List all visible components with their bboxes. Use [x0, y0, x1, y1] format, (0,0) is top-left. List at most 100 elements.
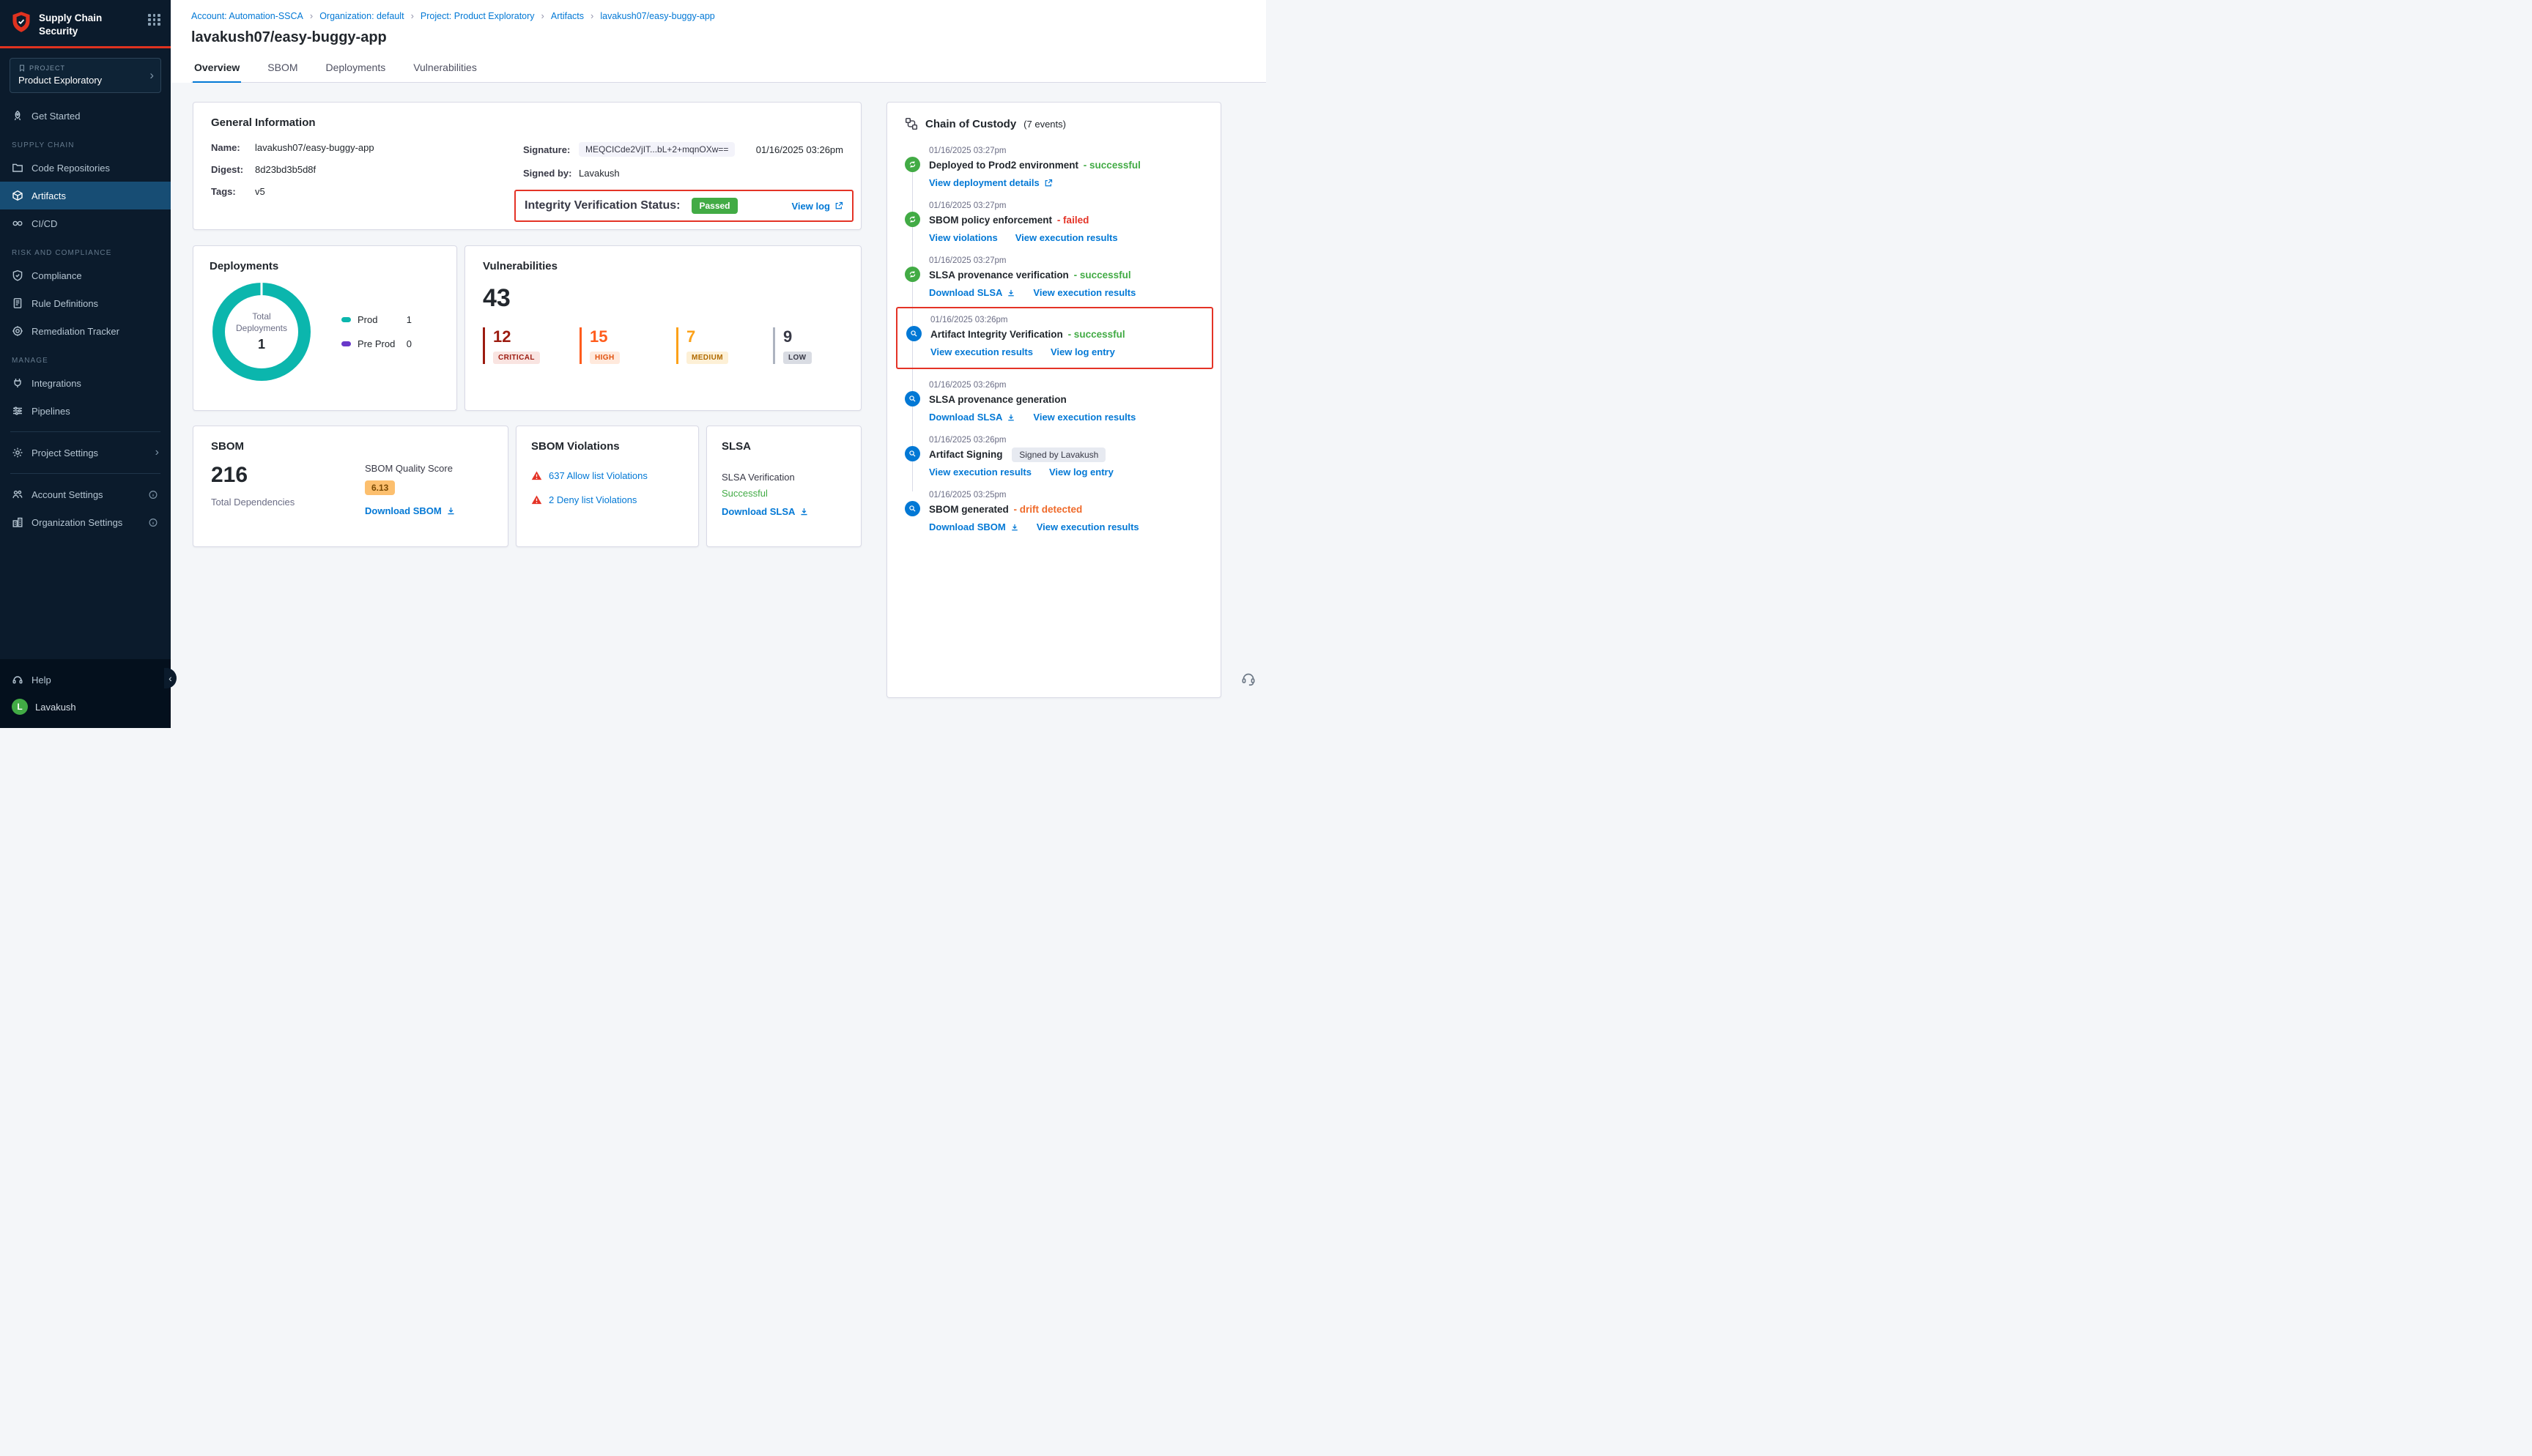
tab-vulnerabilities[interactable]: Vulnerabilities — [412, 56, 478, 82]
view-execution-results-link[interactable]: View execution results — [1015, 232, 1118, 243]
status-badge: Passed — [692, 198, 737, 214]
preprod-legend-dot — [341, 341, 351, 346]
event-status: - drift detected — [1014, 504, 1083, 515]
sidebar-item-project-settings[interactable]: Project Settings › — [0, 439, 171, 467]
download-icon — [1007, 289, 1015, 297]
event-timestamp: 01/16/2025 03:27pm — [929, 146, 1203, 155]
warning-icon — [531, 470, 542, 481]
breadcrumb-artifacts[interactable]: Artifacts — [551, 11, 584, 21]
support-icon[interactable] — [1240, 670, 1256, 690]
overview-column: General Information Name: lavakush07/eas… — [193, 102, 862, 728]
document-icon — [12, 297, 23, 309]
breadcrumb-project[interactable]: Project: Product Exploratory — [421, 11, 535, 21]
user-menu[interactable]: L Lavakush — [0, 694, 171, 719]
tags-row: Tags: v5 — [211, 186, 497, 197]
sbom-quality-score: 6.13 — [365, 480, 395, 495]
building-icon — [12, 516, 23, 528]
download-sbom-link[interactable]: Download SBOM — [929, 521, 1019, 532]
prod-label: Prod — [358, 314, 377, 325]
project-selector[interactable]: PROJECT Product Exploratory › — [10, 58, 161, 93]
integrity-status-label: Integrity Verification Status: — [525, 199, 680, 212]
legend-item-preprod: Pre Prod 0 — [341, 338, 412, 349]
breadcrumb-account[interactable]: Account: Automation-SSCA — [191, 11, 303, 21]
severity-high: 15 HIGH — [580, 327, 638, 364]
sidebar-item-code-repositories[interactable]: Code Repositories — [0, 154, 171, 182]
download-slsa-link[interactable]: Download SLSA — [929, 412, 1015, 423]
nav-section-manage: MANAGE — [0, 345, 171, 369]
signature-value: MEQCICde2VjIT...bL+2+mqnOXw== — [579, 142, 735, 157]
view-execution-results-link[interactable]: View execution results — [1037, 521, 1139, 532]
headset-icon — [12, 674, 23, 686]
sbom-card: SBOM 216 Total Dependencies SBOM Quality… — [193, 426, 508, 547]
sidebar-item-account-settings[interactable]: Account Settings — [0, 480, 171, 508]
app-root: Supply Chain Security PROJECT Product Ex… — [0, 0, 1266, 728]
event-artifact-integrity-verification: 01/16/2025 03:26pm Artifact Integrity Ve… — [896, 307, 1213, 369]
allow-list-violations-link[interactable]: 637 Allow list Violations — [549, 470, 648, 481]
name-label: Name: — [211, 142, 249, 153]
digest-row: Digest: 8d23bd3b5d8f — [211, 164, 497, 175]
download-sbom-link[interactable]: Download SBOM — [365, 505, 456, 516]
sidebar-item-artifacts[interactable]: Artifacts — [0, 182, 171, 209]
general-info-card: General Information Name: lavakush07/eas… — [193, 102, 862, 230]
target-icon — [12, 325, 23, 337]
sbom-totals: 216 Total Dependencies — [211, 457, 350, 518]
magnifier-icon — [906, 326, 922, 341]
module-grid-icon[interactable] — [148, 14, 160, 26]
view-log-link[interactable]: View log — [792, 201, 844, 212]
view-execution-results-link[interactable]: View execution results — [1033, 412, 1136, 423]
event-artifact-signing: 01/16/2025 03:26pm Artifact Signing Sign… — [905, 436, 1203, 491]
sbom-total-count: 216 — [211, 463, 350, 488]
sidebar-item-cicd[interactable]: CI/CD — [0, 209, 171, 237]
tab-deployments[interactable]: Deployments — [325, 56, 388, 82]
bookmark-icon — [18, 64, 26, 72]
severity-row: 12 CRITICAL 15 HIGH 7 MEDIUM — [483, 327, 843, 364]
general-info-right: Signature: MEQCICde2VjIT...bL+2+mqnOXw==… — [523, 142, 843, 222]
low-count: 9 — [783, 327, 832, 346]
view-execution-results-link[interactable]: View execution results — [930, 346, 1033, 357]
breadcrumb-organization[interactable]: Organization: default — [319, 11, 404, 21]
tab-overview[interactable]: Overview — [193, 56, 241, 82]
view-execution-results-link[interactable]: View execution results — [929, 467, 1032, 478]
slsa-verification-label: SLSA Verification — [722, 472, 846, 483]
view-deployment-details-link[interactable]: View deployment details — [929, 177, 1053, 188]
tab-sbom[interactable]: SBOM — [266, 56, 299, 82]
signed-by-label: Signed by: — [523, 168, 573, 179]
download-slsa-link[interactable]: Download SLSA — [722, 506, 809, 517]
sidebar-item-integrations[interactable]: Integrations — [0, 369, 171, 397]
event-title: SLSA provenance verification - successfu… — [929, 270, 1203, 281]
critical-label: CRITICAL — [493, 352, 540, 364]
shield-logo-icon — [11, 11, 32, 37]
vulnerabilities-total: 43 — [483, 284, 843, 313]
sbom-violations-card: SBOM Violations 637 Allow list Violation… — [516, 426, 699, 547]
view-violations-link[interactable]: View violations — [929, 232, 998, 243]
download-slsa-link[interactable]: Download SLSA — [929, 287, 1015, 298]
view-log-entry-link[interactable]: View log entry — [1049, 467, 1114, 478]
slsa-title: SLSA — [722, 440, 846, 453]
breadcrumb-current[interactable]: lavakush07/easy-buggy-app — [600, 11, 714, 21]
sidebar: Supply Chain Security PROJECT Product Ex… — [0, 0, 171, 728]
magnifier-icon — [905, 501, 920, 516]
help-button[interactable]: Help — [0, 665, 171, 694]
info-icon[interactable] — [147, 490, 159, 499]
download-icon — [1007, 413, 1015, 422]
event-deployed-prod2: 01/16/2025 03:27pm Deployed to Prod2 env… — [905, 146, 1203, 201]
sidebar-item-compliance[interactable]: Compliance — [0, 261, 171, 289]
breadcrumb-separator: › — [541, 10, 544, 21]
deny-list-violations-link[interactable]: 2 Deny list Violations — [549, 494, 637, 505]
external-link-icon — [1044, 179, 1053, 187]
donut-center-label: Total Deployments — [232, 311, 291, 334]
sidebar-item-organization-settings[interactable]: Organization Settings — [0, 508, 171, 536]
user-name: Lavakush — [35, 702, 76, 713]
sidebar-item-rule-definitions[interactable]: Rule Definitions — [0, 289, 171, 317]
view-execution-results-link[interactable]: View execution results — [1033, 287, 1136, 298]
sidebar-footer: Help L Lavakush — [0, 659, 171, 728]
event-timestamp: 01/16/2025 03:26pm — [929, 436, 1203, 445]
low-label: LOW — [783, 352, 812, 364]
sidebar-item-pipelines[interactable]: Pipelines — [0, 397, 171, 425]
rocket-icon — [12, 110, 23, 122]
sidebar-item-remediation-tracker[interactable]: Remediation Tracker — [0, 317, 171, 345]
event-status: - failed — [1057, 215, 1089, 226]
info-icon[interactable] — [147, 518, 159, 527]
sidebar-item-get-started[interactable]: Get Started — [0, 102, 171, 130]
view-log-entry-link[interactable]: View log entry — [1051, 346, 1115, 357]
